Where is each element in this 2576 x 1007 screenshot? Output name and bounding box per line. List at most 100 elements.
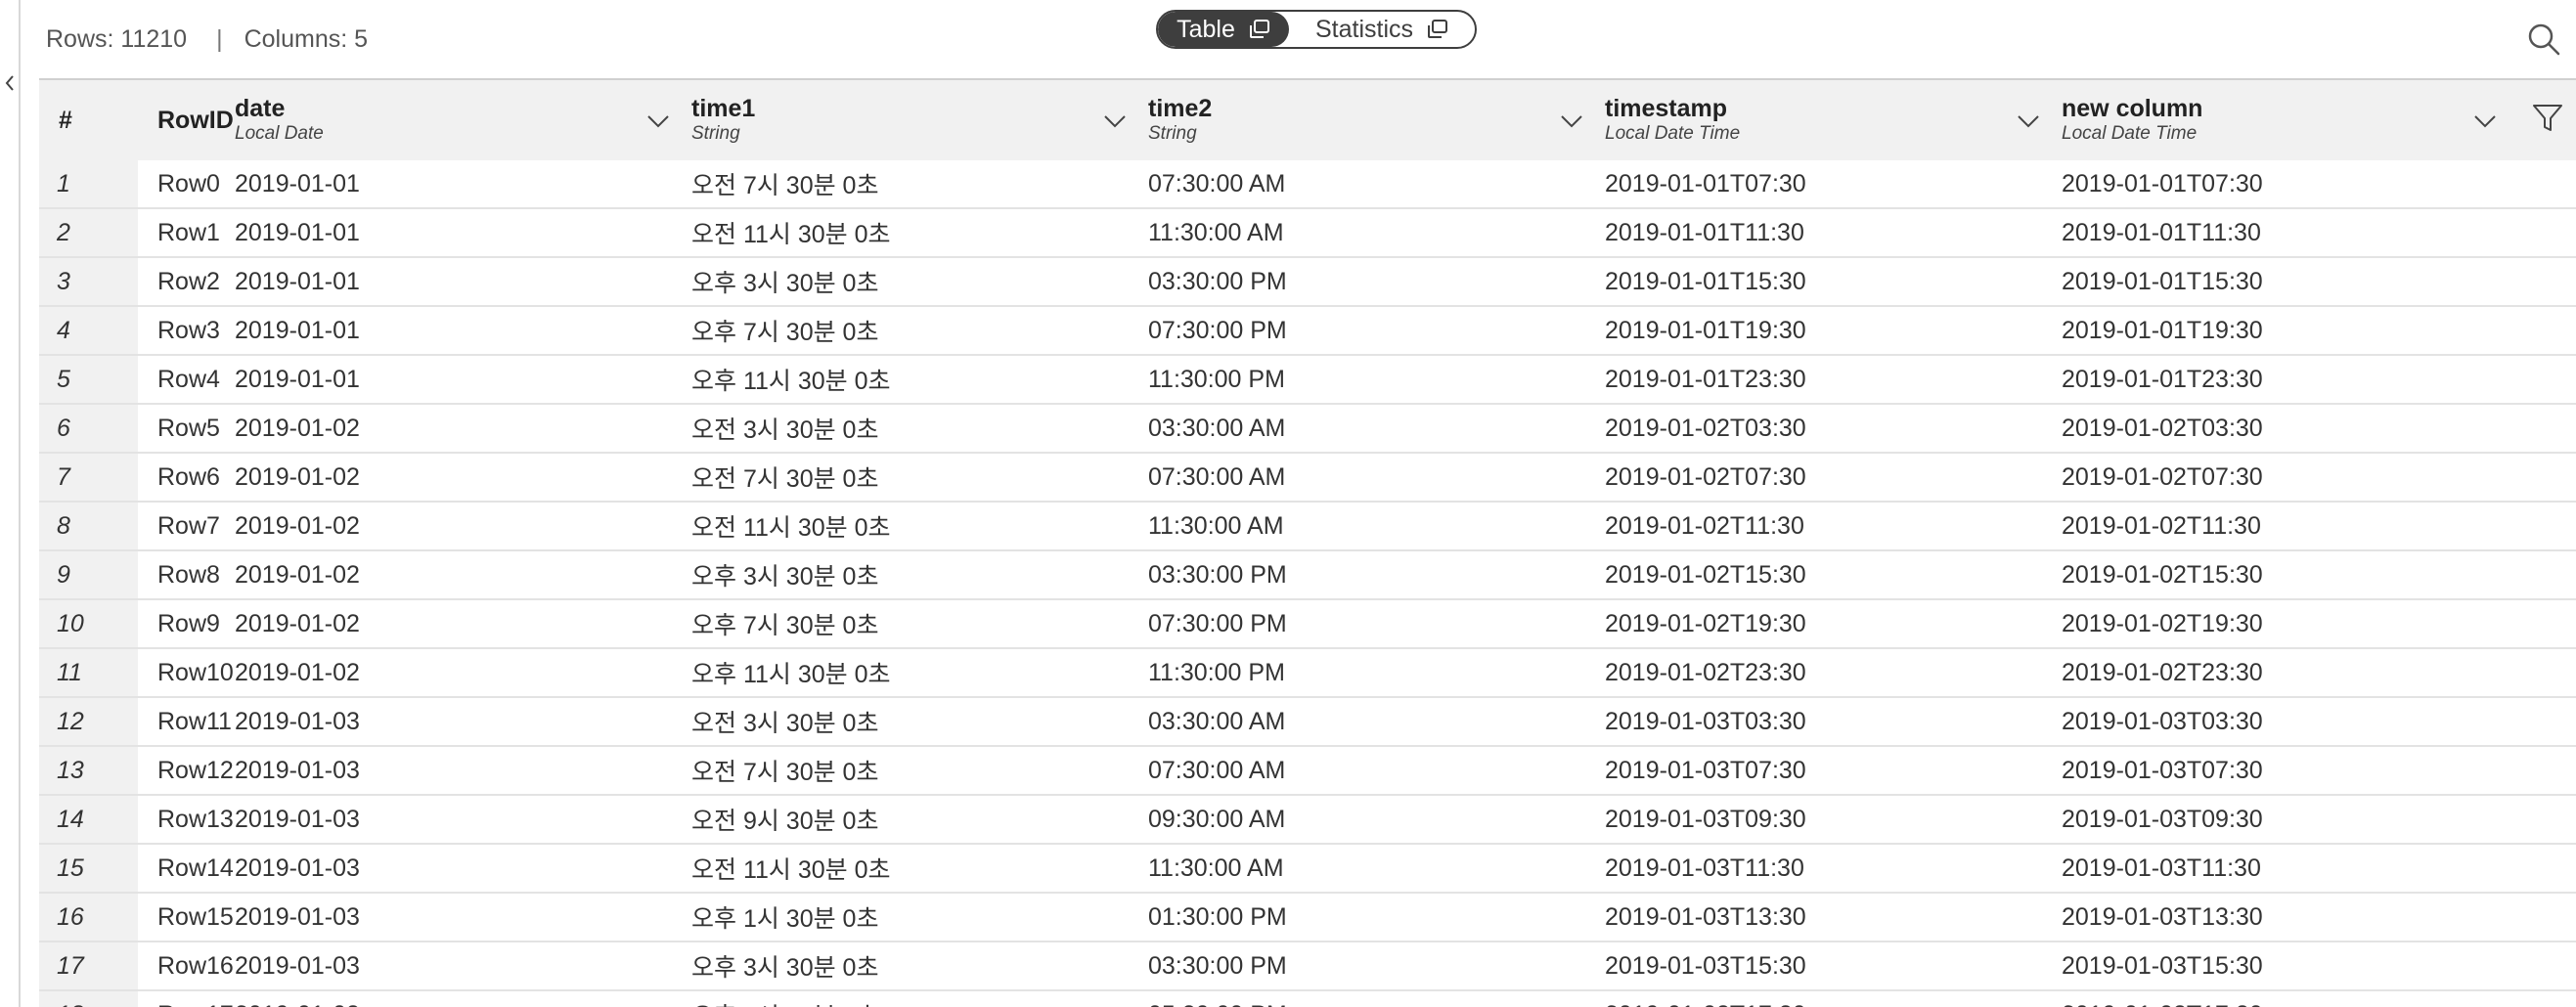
column-header-time1[interactable]: time1 String [691,78,1148,160]
chevron-down-icon[interactable] [1558,108,1585,135]
table-cell[interactable]: 오전 3시 30분 0초 [691,404,1148,454]
table-cell[interactable]: 2019-01-02 [235,404,691,454]
table-cell[interactable]: 2019-01-01T07:30 [2062,160,2518,209]
table-cell[interactable]: 03:30:00 PM [1148,257,1605,307]
table-cell[interactable]: 2019-01-01 [235,306,691,356]
table-cell[interactable]: 11:30:00 PM [1148,355,1605,405]
table-cell[interactable]: 2019-01-03 [235,990,691,1007]
table-cell[interactable]: 2019-01-02T19:30 [1605,599,2062,649]
table-cell[interactable]: 2019-01-03 [235,941,691,991]
table-cell[interactable]: 오전 3시 30분 0초 [691,697,1148,747]
table-cell[interactable]: 2019-01-01T19:30 [1605,306,2062,356]
table-cell[interactable]: 07:30:00 AM [1148,453,1605,503]
data-table-container[interactable]: # RowID date Local Date time1 String tim… [39,78,2576,1007]
table-cell[interactable]: 오후 3시 30분 0초 [691,257,1148,307]
chevron-down-icon[interactable] [644,108,672,135]
table-cell[interactable]: 09:30:00 AM [1148,795,1605,845]
table-cell[interactable]: 2019-01-03 [235,746,691,796]
table-cell[interactable]: 2019-01-03T17:30 [1605,990,2062,1007]
chevron-down-icon[interactable] [2015,108,2042,135]
table-cell[interactable]: 오전 9시 30분 0초 [691,795,1148,845]
table-row[interactable]: 17 Row16 2019-01-03 오후 3시 30분 0초 03:30:00 PM… [39,941,2576,991]
table-cell[interactable]: 03:30:00 PM [1148,550,1605,600]
column-header-timestamp[interactable]: timestamp Local Date Time [1605,78,2062,160]
table-cell[interactable]: 오후 1시 30분 0초 [691,893,1148,942]
table-row[interactable]: 2 Row1 2019-01-01 오전 11시 30분 0초 11:30:00 AM 2… [39,208,2576,258]
table-row[interactable]: 6 Row5 2019-01-02 오전 3시 30분 0초 03:30:00 AM 20… [39,404,2576,454]
table-cell[interactable]: 2019-01-03T07:30 [1605,746,2062,796]
table-cell[interactable]: 오전 11시 30분 0초 [691,844,1148,894]
table-cell[interactable]: 2019-01-01T23:30 [2062,355,2518,405]
chevron-down-icon[interactable] [1101,108,1129,135]
table-row[interactable]: 1 Row0 2019-01-01 오전 7시 30분 0초 07:30:00 AM 20… [39,160,2576,209]
table-cell[interactable]: 07:30:00 PM [1148,599,1605,649]
table-cell[interactable]: 오후 3시 30분 0초 [691,941,1148,991]
table-cell[interactable]: 2019-01-02T23:30 [1605,648,2062,698]
table-row[interactable]: 10 Row9 2019-01-02 오후 7시 30분 0초 07:30:00 PM 2… [39,599,2576,649]
table-cell[interactable]: 2019-01-01T19:30 [2062,306,2518,356]
chevron-down-icon[interactable] [2471,108,2499,135]
table-cell[interactable]: 2019-01-02T07:30 [1605,453,2062,503]
table-row[interactable]: 16 Row15 2019-01-03 오후 1시 30분 0초 01:30:00 PM… [39,893,2576,942]
table-cell[interactable]: 2019-01-03T03:30 [1605,697,2062,747]
table-cell[interactable]: 03:30:00 AM [1148,697,1605,747]
table-cell[interactable]: 2019-01-02 [235,550,691,600]
table-row[interactable]: 8 Row7 2019-01-02 오전 11시 30분 0초 11:30:00 AM 2… [39,502,2576,551]
table-cell[interactable]: 2019-01-03T09:30 [2062,795,2518,845]
table-cell[interactable]: 2019-01-02T23:30 [2062,648,2518,698]
table-cell[interactable]: 2019-01-03T15:30 [2062,941,2518,991]
table-cell[interactable]: 2019-01-02 [235,648,691,698]
table-cell[interactable]: 2019-01-03 [235,795,691,845]
table-cell[interactable]: 03:30:00 AM [1148,404,1605,454]
table-cell[interactable]: 오후 3시 30분 0초 [691,550,1148,600]
table-cell[interactable]: 2019-01-02T15:30 [2062,550,2518,600]
table-cell[interactable]: 2019-01-02T11:30 [1605,502,2062,551]
table-cell[interactable]: 오전 11시 30분 0초 [691,208,1148,258]
table-cell[interactable]: 2019-01-01 [235,257,691,307]
table-cell[interactable]: 11:30:00 AM [1148,844,1605,894]
table-cell[interactable]: 2019-01-02T03:30 [2062,404,2518,454]
table-cell[interactable]: 2019-01-01T23:30 [1605,355,2062,405]
table-row[interactable]: 18Row172019-01-03오후 5시 30분 0초05:30:00 PM… [39,990,2576,1007]
table-cell[interactable]: 2019-01-02T03:30 [1605,404,2062,454]
table-cell[interactable]: 2019-01-03T03:30 [2062,697,2518,747]
table-cell[interactable]: 11:30:00 AM [1148,502,1605,551]
table-row[interactable]: 9 Row8 2019-01-02 오후 3시 30분 0초 03:30:00 PM 20… [39,550,2576,600]
table-cell[interactable]: 01:30:00 PM [1148,893,1605,942]
table-cell[interactable]: 오전 7시 30분 0초 [691,746,1148,796]
table-cell[interactable]: 2019-01-02 [235,599,691,649]
table-cell[interactable]: 오후 7시 30분 0초 [691,599,1148,649]
table-cell[interactable]: 2019-01-03 [235,697,691,747]
table-cell[interactable]: 2019-01-02 [235,502,691,551]
table-cell[interactable]: 2019-01-03T17:30 [2062,990,2518,1007]
table-cell[interactable]: 2019-01-02T15:30 [1605,550,2062,600]
table-cell[interactable]: 2019-01-03T07:30 [2062,746,2518,796]
table-cell[interactable]: 2019-01-03T11:30 [2062,844,2518,894]
table-cell[interactable]: 오전 7시 30분 0초 [691,160,1148,209]
table-cell[interactable]: 오전 11시 30분 0초 [691,502,1148,551]
table-cell[interactable]: 2019-01-01T11:30 [1605,208,2062,258]
table-cell[interactable]: 2019-01-03T13:30 [1605,893,2062,942]
table-cell[interactable]: 2019-01-01T07:30 [1605,160,2062,209]
table-cell[interactable]: 2019-01-02 [235,453,691,503]
table-row[interactable]: 4 Row3 2019-01-01 오후 7시 30분 0초 07:30:00 PM 20… [39,306,2576,356]
table-cell[interactable]: 07:30:00 PM [1148,306,1605,356]
table-row[interactable]: 14 Row13 2019-01-03 오전 9시 30분 0초 09:30:00 AM… [39,795,2576,845]
table-cell[interactable]: 2019-01-01 [235,355,691,405]
table-row[interactable]: 15 Row14 2019-01-03 오전 11시 30분 0초 11:30:00 A… [39,844,2576,894]
table-cell[interactable]: 2019-01-01T11:30 [2062,208,2518,258]
table-cell[interactable]: 2019-01-03T09:30 [1605,795,2062,845]
table-cell[interactable]: 2019-01-03T15:30 [1605,941,2062,991]
table-cell[interactable]: 오전 7시 30분 0초 [691,453,1148,503]
table-cell[interactable]: 2019-01-02T19:30 [2062,599,2518,649]
table-cell[interactable]: 07:30:00 AM [1148,160,1605,209]
filter-icon[interactable] [2532,103,2563,134]
column-header-new-column[interactable]: new column Local Date Time [2062,78,2518,160]
table-row[interactable]: 12 Row11 2019-01-03 오전 3시 30분 0초 03:30:00 AM… [39,697,2576,747]
column-header-time2[interactable]: time2 String [1148,78,1605,160]
table-row[interactable]: 7 Row6 2019-01-02 오전 7시 30분 0초 07:30:00 AM 20… [39,453,2576,503]
table-cell[interactable]: 오후 5시 30분 0초 [691,990,1148,1007]
table-row[interactable]: 3 Row2 2019-01-01 오후 3시 30분 0초 03:30:00 PM 20… [39,257,2576,307]
table-cell[interactable]: 2019-01-03 [235,893,691,942]
table-cell[interactable]: 07:30:00 AM [1148,746,1605,796]
